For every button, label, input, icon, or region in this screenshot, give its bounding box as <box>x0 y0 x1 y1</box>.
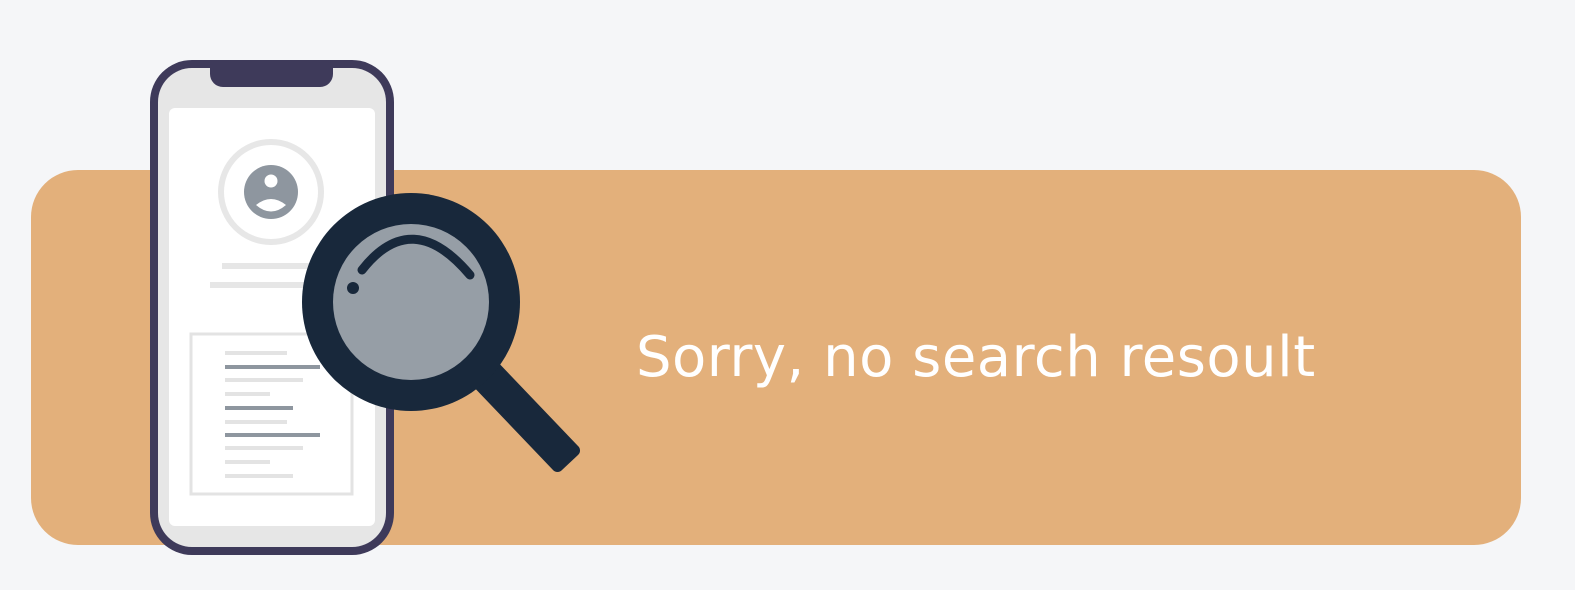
no-results-message: Sorry, no search resoult <box>636 325 1316 390</box>
